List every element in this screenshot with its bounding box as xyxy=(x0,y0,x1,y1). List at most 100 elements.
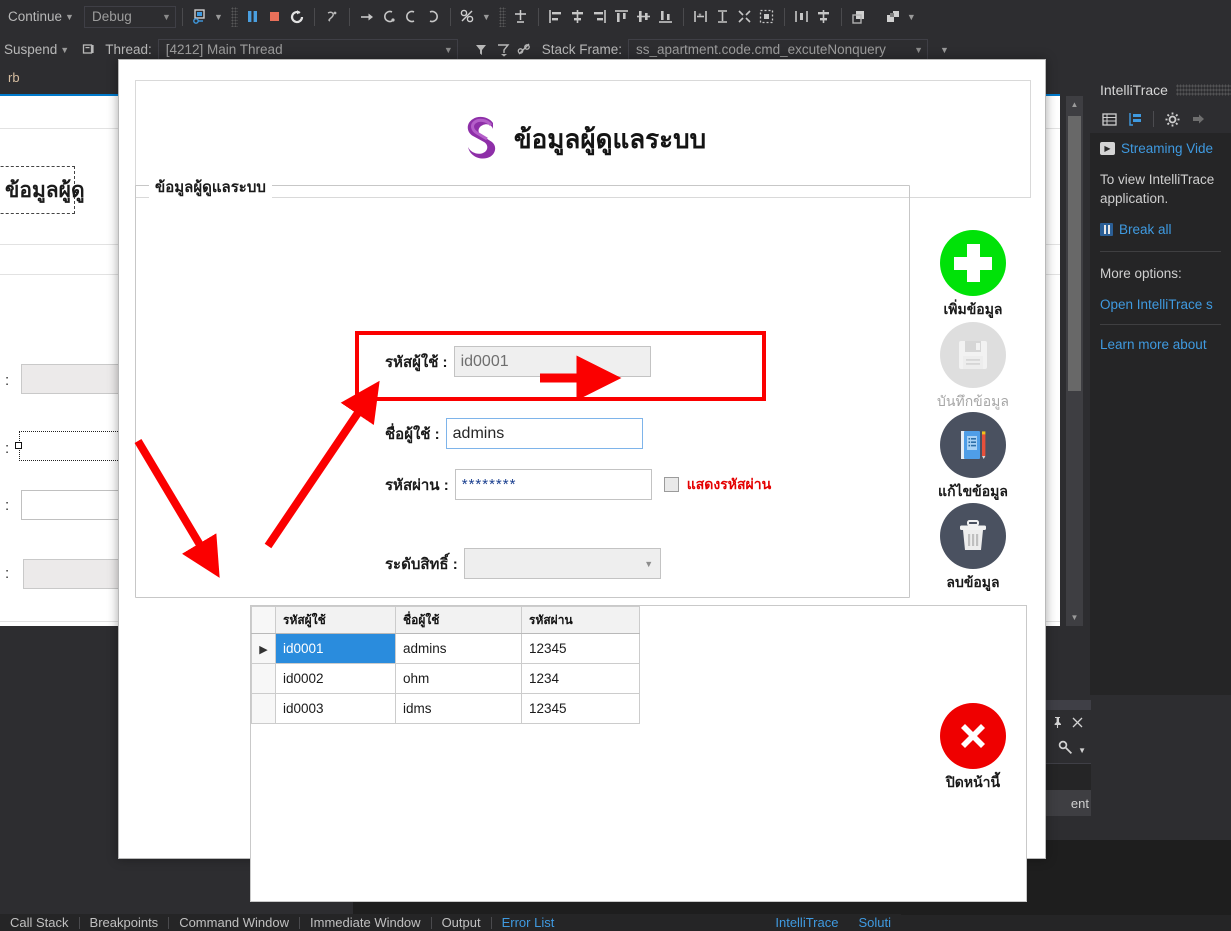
tab-intellitrace[interactable]: IntelliTrace xyxy=(765,915,848,930)
step-over-icon[interactable] xyxy=(356,6,378,28)
align-centers-icon[interactable] xyxy=(567,6,589,28)
save-button[interactable]: บันทึกข้อมูล xyxy=(927,322,1019,413)
chevron-down-icon[interactable]: ▼ xyxy=(60,45,69,55)
tab-solution-explorer[interactable]: Soluti xyxy=(848,915,901,930)
bring-to-front-icon[interactable] xyxy=(848,6,870,28)
add-button[interactable]: เพิ่มข้อมูล xyxy=(927,230,1019,321)
stop-icon[interactable] xyxy=(264,6,286,28)
cell-user-id[interactable]: id0002 xyxy=(275,663,396,694)
show-next-statement-icon[interactable] xyxy=(321,6,343,28)
stackframe-combo[interactable]: ss_apartment.code.cmd_excuteNonquery ▼ xyxy=(628,38,929,61)
tab-call-stack[interactable]: Call Stack xyxy=(0,915,79,930)
cell-user-id[interactable]: id0001 xyxy=(275,633,396,664)
table-row[interactable]: id0002 ohm 1234 xyxy=(251,663,640,694)
calls-view-icon[interactable] xyxy=(1125,109,1145,129)
table-row[interactable]: id0003 idms 12345 xyxy=(251,693,640,724)
table-row[interactable]: ▶ id0001 admins 12345 xyxy=(251,633,640,664)
suspend-button[interactable]: Suspend xyxy=(4,42,57,57)
navigate-forward-icon[interactable] xyxy=(1188,109,1208,129)
align-bottoms-icon[interactable] xyxy=(655,6,677,28)
cell-user-name[interactable]: admins xyxy=(395,633,522,664)
designer-textbox-3[interactable] xyxy=(21,490,126,520)
tab-output[interactable]: Output xyxy=(432,915,491,930)
user-name-input[interactable] xyxy=(445,418,643,449)
search-key-icon[interactable] xyxy=(1058,740,1075,760)
dock-list-row[interactable]: ent xyxy=(1040,790,1091,816)
scroll-up-icon[interactable]: ▲ xyxy=(1066,96,1083,113)
break-all-link[interactable]: Break all xyxy=(1119,222,1172,237)
chevron-down-icon[interactable]: ▼ xyxy=(434,45,453,55)
cell-password[interactable]: 12345 xyxy=(521,633,640,664)
chevron-down-icon[interactable]: ▼ xyxy=(152,12,171,22)
size-to-grid-icon[interactable] xyxy=(756,6,778,28)
events-view-icon[interactable] xyxy=(1099,109,1119,129)
drag-grip[interactable] xyxy=(1175,84,1231,96)
attach-to-process-icon[interactable] xyxy=(189,6,211,28)
close-form-button[interactable]: ปิดหน้านี้ xyxy=(927,703,1019,794)
step-out-icon[interactable] xyxy=(400,6,422,28)
chevron-down-icon[interactable]: ▼ xyxy=(214,12,223,22)
column-header-user-name[interactable]: ชื่อผู้ใช้ xyxy=(395,606,522,634)
designer-combobox[interactable] xyxy=(23,559,126,589)
streaming-video-link[interactable]: Streaming Vide xyxy=(1121,141,1213,156)
align-middles-icon[interactable] xyxy=(633,6,655,28)
dock-search-control[interactable]: ▼ xyxy=(1040,737,1091,764)
horizontal-spacing-icon[interactable] xyxy=(791,6,813,28)
continue-button[interactable]: Continue xyxy=(8,9,62,24)
send-to-back-icon[interactable] xyxy=(882,6,904,28)
editor-vertical-scrollbar[interactable]: ▲ ▼ xyxy=(1066,96,1083,626)
designer-resize-handle[interactable] xyxy=(15,442,22,449)
settings-gear-icon[interactable] xyxy=(1162,109,1182,129)
filter-clear-icon[interactable] xyxy=(492,39,514,61)
step-into-icon[interactable] xyxy=(378,6,400,28)
learn-more-link[interactable]: Learn more about xyxy=(1100,337,1231,352)
scroll-down-icon[interactable]: ▼ xyxy=(1066,609,1083,626)
align-lefts-icon[interactable] xyxy=(545,6,567,28)
chevron-down-icon[interactable]: ▼ xyxy=(904,45,923,55)
pin-icon[interactable] xyxy=(1051,716,1064,732)
user-data-grid[interactable]: รหัสผู้ใช้ ชื่อผู้ใช้ รหัสผ่าน ▶ id0001 … xyxy=(251,606,640,724)
password-input[interactable]: ******** xyxy=(454,469,652,500)
make-same-height-icon[interactable] xyxy=(712,6,734,28)
make-same-width-icon[interactable]: * xyxy=(690,6,712,28)
overflow-icon[interactable]: ▼ xyxy=(940,45,949,55)
vertical-spacing-icon[interactable] xyxy=(813,6,835,28)
permission-combobox[interactable]: ▼ xyxy=(463,548,661,579)
cell-user-id[interactable]: id0003 xyxy=(275,693,396,724)
restart-icon[interactable] xyxy=(286,6,308,28)
step-back-icon[interactable] xyxy=(422,6,444,28)
break-all-row[interactable]: Break all xyxy=(1100,222,1231,237)
tab-command-window[interactable]: Command Window xyxy=(169,915,299,930)
tab-error-list[interactable]: Error List xyxy=(492,915,565,930)
debug-config-combo[interactable]: Debug ▼ xyxy=(83,5,176,28)
close-icon[interactable] xyxy=(1071,716,1084,732)
row-header-corner[interactable] xyxy=(251,606,276,634)
unwind-icon[interactable] xyxy=(514,39,536,61)
chevron-down-icon[interactable]: ▼ xyxy=(1078,746,1086,755)
process-icon[interactable] xyxy=(77,39,99,61)
overflow-icon[interactable]: ▼ xyxy=(907,12,916,22)
make-same-size-icon[interactable] xyxy=(734,6,756,28)
show-password-checkbox[interactable] xyxy=(663,477,679,492)
row-selector[interactable] xyxy=(251,693,276,724)
designer-textbox-2[interactable] xyxy=(19,431,128,461)
pause-icon[interactable] xyxy=(242,6,264,28)
align-tops-icon[interactable] xyxy=(611,6,633,28)
row-selector[interactable]: ▶ xyxy=(251,633,276,664)
chevron-down-icon[interactable]: ▼ xyxy=(482,12,491,22)
delete-button[interactable]: ลบข้อมูล xyxy=(927,503,1019,594)
edit-button[interactable]: แก้ไขข้อมูล xyxy=(927,412,1019,503)
thread-combo[interactable]: [4212] Main Thread ▼ xyxy=(157,38,458,61)
breakpoints-icon[interactable] xyxy=(457,6,479,28)
open-intellitrace-settings-link[interactable]: Open IntelliTrace s xyxy=(1100,297,1231,312)
streaming-video-row[interactable]: ▶ Streaming Vide xyxy=(1100,141,1231,156)
editor-tab[interactable]: rb xyxy=(0,66,28,94)
tab-breakpoints[interactable]: Breakpoints xyxy=(80,915,169,930)
column-header-user-id[interactable]: รหัสผู้ใช้ xyxy=(275,606,396,634)
show-password-label[interactable]: แสดงรหัสผ่าน xyxy=(687,474,771,496)
chevron-down-icon[interactable]: ▼ xyxy=(65,12,74,22)
user-id-input[interactable] xyxy=(453,346,651,377)
tab-immediate-window[interactable]: Immediate Window xyxy=(300,915,431,930)
scrollbar-thumb[interactable] xyxy=(1068,116,1081,391)
cell-password[interactable]: 1234 xyxy=(521,663,640,694)
